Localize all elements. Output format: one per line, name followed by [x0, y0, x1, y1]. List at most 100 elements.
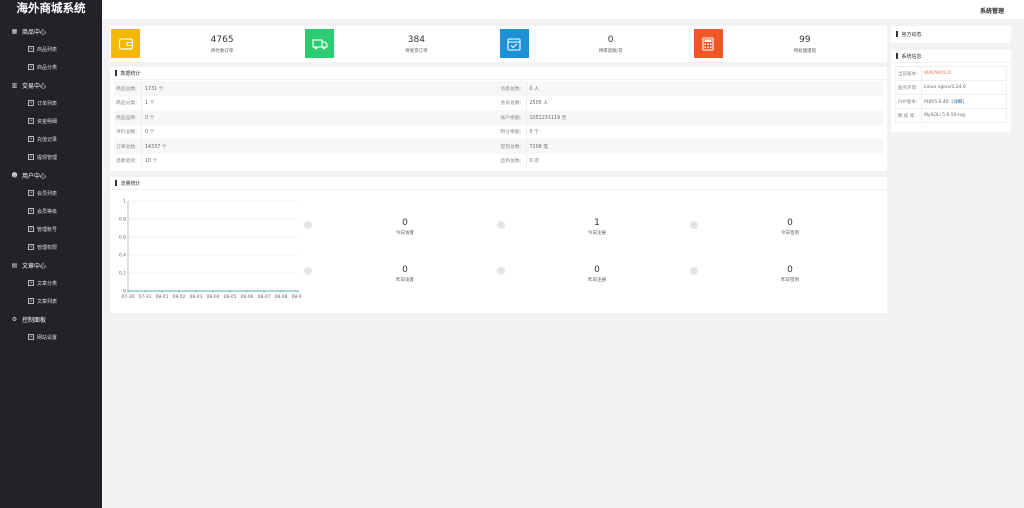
info-value: Linux nginx/1.24.0: [921, 80, 1007, 95]
sidebar-item[interactable]: + 提现管理: [0, 148, 102, 166]
data-point: [195, 290, 197, 292]
metric-label: 昨日注册: [588, 278, 606, 283]
x-tick-label: 08-05: [223, 294, 236, 300]
data-cell: 商品品牌: 0 个: [114, 110, 499, 125]
data-key: 商品分类:: [116, 101, 137, 107]
data-point: [229, 290, 231, 292]
sidebar-item[interactable]: + 充值记录: [0, 130, 102, 148]
stat-value: 4765: [210, 34, 234, 45]
x-tick-label: 07-30: [121, 294, 134, 300]
menu-group-label: 交易中心: [22, 82, 47, 90]
data-point: [280, 290, 282, 292]
stat-label: 待发货订单: [405, 48, 428, 54]
sidebar-item[interactable]: + 网站设置: [0, 328, 102, 346]
data-value: 0 个: [141, 124, 154, 139]
menu-group-title[interactable]: ▦ 商品中心: [0, 22, 102, 40]
data-key: 评价总数:: [116, 130, 137, 136]
calculator-icon: [693, 29, 723, 58]
data-key: 提现总数:: [500, 144, 522, 150]
grid-icon: ▦: [11, 27, 18, 35]
data-cell: 商品总数: 1731 个: [114, 81, 499, 96]
traffic-statistics-panel: 流量统计 0 0.2 0.4 0.6 0.8 1 07-30 07-31 08-01 08-02 0…: [110, 177, 887, 313]
sidebar-item-label: 资金明细: [37, 118, 58, 125]
data-key: 签到总数:: [500, 159, 522, 165]
x-tick-label: 08-07: [257, 294, 270, 300]
plus-square-icon: +: [28, 46, 34, 52]
sidebar-item-label: 文章列表: [37, 298, 58, 305]
data-cell: 订单总数: 14337 个: [114, 139, 499, 154]
data-key: 积分余额:: [500, 130, 522, 136]
sidebar-item[interactable]: + 资金明细: [0, 112, 102, 130]
data-cell: 评价总数: 0 个: [114, 124, 499, 139]
stat-label: 待审退款/货: [598, 48, 623, 54]
sidebar-item[interactable]: + 会员列表: [0, 184, 102, 202]
system-info-panel: 系统信息 当前版本: XIAOYAO1.0 服务环境: Linux nginx/1.…: [891, 50, 1011, 132]
sidebar-item[interactable]: + 会员等级: [0, 202, 102, 220]
info-key: 服务环境:: [895, 80, 922, 95]
data-key: 访客总数:: [500, 86, 522, 92]
stat-cards: 4765 待付款订单 384 待发货订单 0 待审退款/货 99 待处理提现: [110, 26, 887, 62]
menu-group-title[interactable]: ⚙ 控制面板: [0, 310, 102, 328]
sidebar-item[interactable]: + 管理权限: [0, 238, 102, 256]
data-key: 商品品牌:: [116, 115, 137, 121]
sidebar-item-label: 管理帐号: [37, 226, 58, 233]
data-cell: 提现总数: 7208 笔: [499, 139, 884, 154]
system-management-link[interactable]: 系统管理: [980, 6, 1004, 15]
menu-group-title[interactable]: ▥ 交易中心: [0, 76, 102, 94]
stat-card-unshipped-orders[interactable]: 384 待发货订单: [304, 26, 498, 62]
data-row: 退款退货: 10 个 签到总数: 0 次: [114, 153, 884, 168]
sidebar-item[interactable]: + 商品列表: [0, 40, 102, 58]
data-value: 0 个: [525, 124, 539, 139]
data-point: [127, 290, 129, 292]
data-statistics-panel: 数据统计 商品总数: 1731 个 访客总数: 0 人商品分类: 1 个 会员总数: 250…: [110, 67, 887, 171]
data-cell: 会员总数: 2505 人: [499, 95, 884, 110]
data-row: 商品分类: 1 个 会员总数: 2505 人: [114, 95, 884, 110]
sidebar-item[interactable]: + 订单列表: [0, 94, 102, 112]
menu-group-label: 商品中心: [22, 28, 47, 36]
info-row: PHP版本: PHP/5.6.40 [详细]: [895, 94, 1007, 109]
sidebar-item[interactable]: + 文章列表: [0, 292, 102, 310]
calendar-check-icon: [499, 29, 529, 58]
y-tick-label: 0.6: [119, 235, 126, 241]
metric-label: 昨日签到: [781, 278, 799, 283]
metric-label: 今日签到: [781, 231, 799, 236]
official-news-panel: 官方动态: [891, 26, 1011, 43]
data-cell: 签到总数: 0 次: [499, 153, 884, 168]
stat-card-refund-review[interactable]: 0 待审退款/货: [499, 26, 693, 62]
info-key: PHP版本:: [895, 94, 922, 109]
wallet-icon: [111, 29, 140, 58]
data-cell: 商品分类: 1 个: [114, 95, 499, 110]
document-icon: ▤: [11, 261, 18, 269]
menu-group-label: 用户中心: [22, 172, 47, 180]
sidebar-item[interactable]: + 文章分类: [0, 274, 102, 292]
sidebar-item-label: 商品分类: [37, 64, 58, 71]
data-cell: 积分余额: 0 个: [499, 124, 884, 139]
truck-icon: [305, 29, 335, 58]
stat-label: 待付款订单: [210, 48, 234, 54]
data-value: 10 个: [141, 153, 157, 168]
data-cell: 账户余额: 1051231119 元: [499, 110, 884, 125]
menu-group: ▤ 文章中心 + 文章分类 + 文章列表: [0, 256, 102, 310]
x-tick-label: 08-02: [172, 294, 185, 300]
metric-value: 0: [402, 265, 408, 275]
php-details-link[interactable]: [详细]: [952, 100, 965, 105]
data-cell: 退款退货: 10 个: [114, 153, 499, 168]
data-point: [161, 290, 163, 292]
metric-yesterday-visitors: 0 昨日访客: [310, 265, 500, 283]
y-tick-label: 1: [123, 199, 126, 205]
data-value: 14337 个: [141, 139, 167, 154]
data-value: 0 人: [525, 81, 539, 96]
data-key: 账户余额:: [500, 115, 522, 121]
sidebar-menu: ▦ 商品中心 + 商品列表 + 商品分类 ▥ 交易中心 + 订单列表 + 资金明细 + 充值记录 + 提现管理…: [0, 22, 102, 346]
stat-card-unpaid-orders[interactable]: 4765 待付款订单: [110, 26, 304, 62]
sidebar-item[interactable]: + 商品分类: [0, 58, 102, 76]
sidebar-item[interactable]: + 管理帐号: [0, 220, 102, 238]
sidebar-item-label: 提现管理: [37, 154, 58, 161]
stat-card-pending-withdrawals[interactable]: 99 待处理提现: [693, 26, 887, 62]
sidebar: 海外商城系统 ▦ 商品中心 + 商品列表 + 商品分类 ▥ 交易中心 + 订单列表 + 资金明细 + 充值…: [0, 0, 102, 508]
menu-group-title[interactable]: ☻ 用户中心: [0, 166, 102, 184]
data-value: 0 次: [525, 153, 539, 168]
menu-group-title[interactable]: ▤ 文章中心: [0, 256, 102, 274]
x-tick-label: 08-01: [155, 294, 168, 300]
plus-square-icon: +: [28, 118, 34, 124]
